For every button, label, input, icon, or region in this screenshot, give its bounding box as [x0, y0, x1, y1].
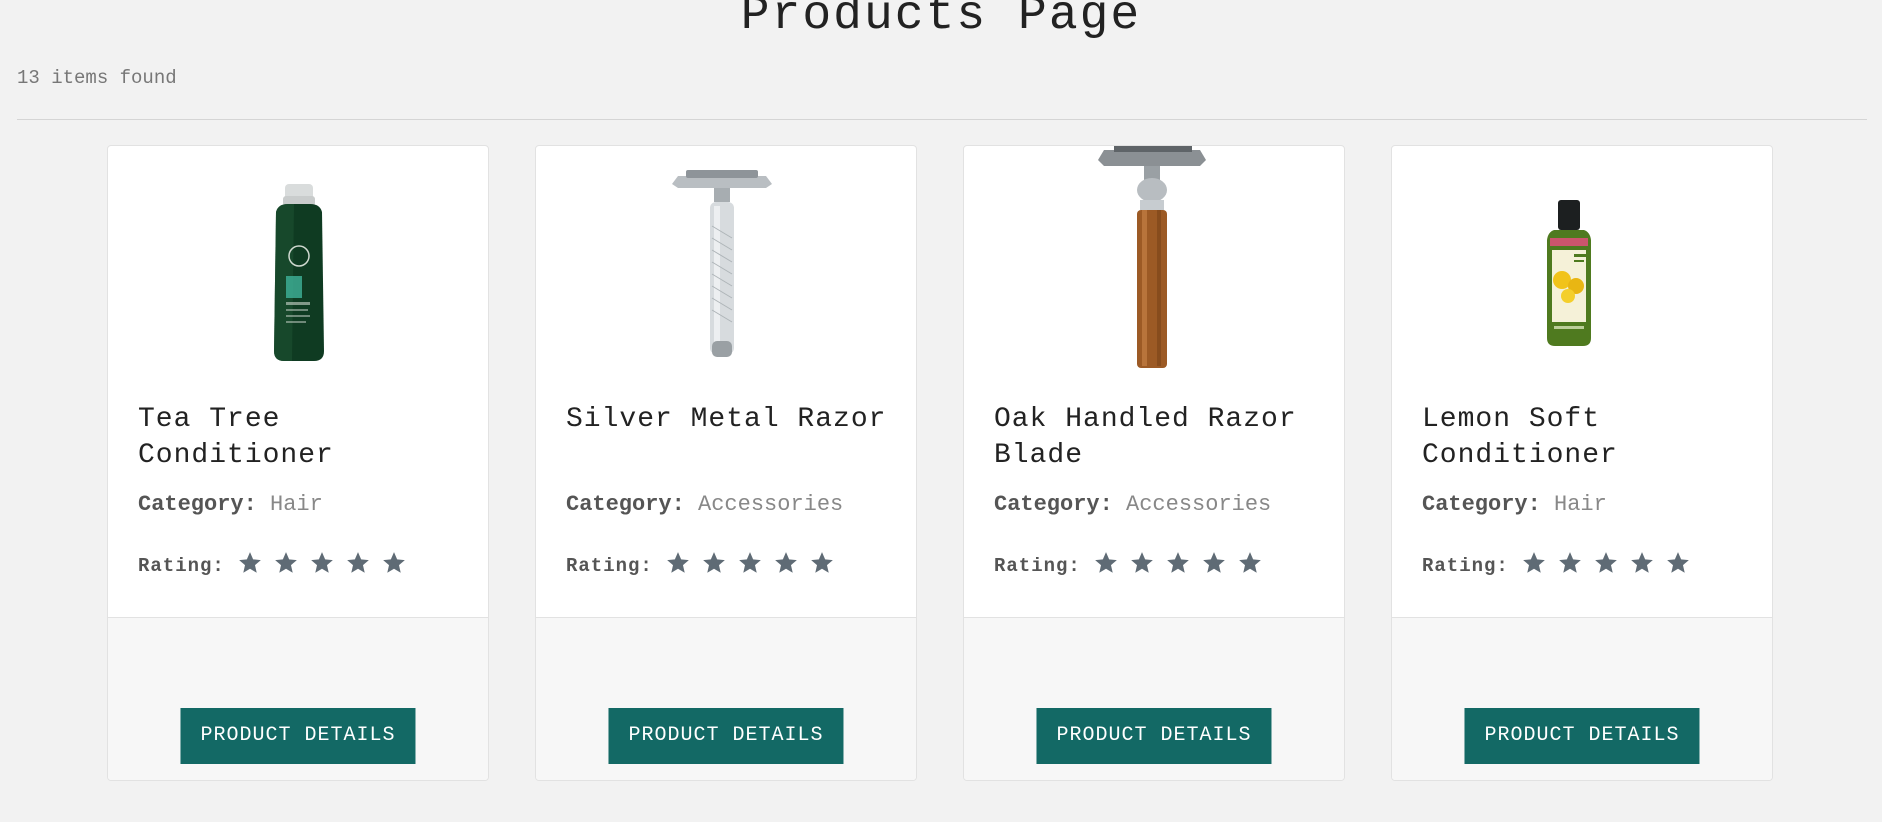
rating-label: Rating: — [994, 554, 1081, 577]
star-icon — [1630, 552, 1653, 573]
star-icon — [1522, 552, 1545, 573]
star-icon — [810, 552, 833, 573]
product-card: Silver Metal Razor Category: Accessories… — [535, 145, 917, 781]
star-icon — [1558, 552, 1581, 573]
star-icon — [274, 552, 297, 573]
star-icon — [382, 552, 405, 573]
star-icon — [1202, 552, 1225, 573]
star-icon — [1594, 552, 1617, 573]
product-grid: Tea Tree Conditioner Category: Hair Rati… — [107, 145, 1773, 781]
card-footer: PRODUCT DETAILS — [536, 617, 916, 780]
product-category: Category: Hair — [1422, 492, 1607, 517]
star-icon — [346, 552, 369, 573]
star-icon — [702, 552, 725, 573]
product-card: Tea Tree Conditioner Category: Hair Rati… — [107, 145, 489, 781]
product-card: Lemon Soft Conditioner Category: Hair Ra… — [1391, 145, 1773, 781]
star-icon — [238, 552, 261, 573]
product-category: Category: Accessories — [566, 492, 843, 517]
product-rating: Rating: — [1422, 550, 1701, 581]
category-value: Accessories — [1126, 492, 1272, 517]
category-label: Category: — [138, 492, 257, 517]
category-label: Category: — [994, 492, 1113, 517]
star-icon — [1094, 552, 1117, 573]
product-rating: Rating: — [994, 550, 1273, 581]
product-image[interactable] — [108, 146, 488, 376]
rating-stars — [237, 550, 417, 581]
star-icon — [310, 552, 333, 573]
rating-label: Rating: — [566, 554, 653, 577]
rating-label: Rating: — [138, 554, 225, 577]
star-icon — [738, 552, 761, 573]
star-icon — [774, 552, 797, 573]
category-value: Hair — [270, 492, 323, 517]
product-details-button[interactable]: PRODUCT DETAILS — [1464, 708, 1700, 764]
product-category: Category: Accessories — [994, 492, 1271, 517]
page-title: Products Page — [740, 0, 1142, 43]
star-icon — [666, 552, 689, 573]
product-card: Oak Handled Razor Blade Category: Access… — [963, 145, 1345, 781]
product-image[interactable] — [536, 146, 916, 376]
star-icon — [1166, 552, 1189, 573]
product-image[interactable] — [1392, 146, 1772, 376]
product-details-button[interactable]: PRODUCT DETAILS — [1036, 708, 1272, 764]
category-value: Hair — [1554, 492, 1607, 517]
product-category: Category: Hair — [138, 492, 323, 517]
star-icon — [1666, 552, 1689, 573]
product-title: Lemon Soft Conditioner — [1422, 404, 1618, 471]
star-icon — [1130, 552, 1153, 573]
product-title: Oak Handled Razor Blade — [994, 404, 1297, 471]
rating-stars — [665, 550, 845, 581]
category-label: Category: — [1422, 492, 1541, 517]
rating-label: Rating: — [1422, 554, 1509, 577]
product-title: Tea Tree Conditioner — [138, 404, 334, 471]
product-rating: Rating: — [138, 550, 417, 581]
product-title: Silver Metal Razor — [566, 404, 887, 435]
divider — [17, 119, 1867, 120]
card-footer: PRODUCT DETAILS — [1392, 617, 1772, 780]
category-label: Category: — [566, 492, 685, 517]
product-rating: Rating: — [566, 550, 845, 581]
category-value: Accessories — [698, 492, 844, 517]
product-details-button[interactable]: PRODUCT DETAILS — [608, 708, 844, 764]
star-icon — [1238, 552, 1261, 573]
product-image[interactable] — [964, 146, 1344, 376]
product-details-button[interactable]: PRODUCT DETAILS — [180, 708, 416, 764]
card-footer: PRODUCT DETAILS — [964, 617, 1344, 780]
rating-stars — [1521, 550, 1701, 581]
items-count: 13 items found — [17, 67, 177, 89]
rating-stars — [1093, 550, 1273, 581]
card-footer: PRODUCT DETAILS — [108, 617, 488, 780]
